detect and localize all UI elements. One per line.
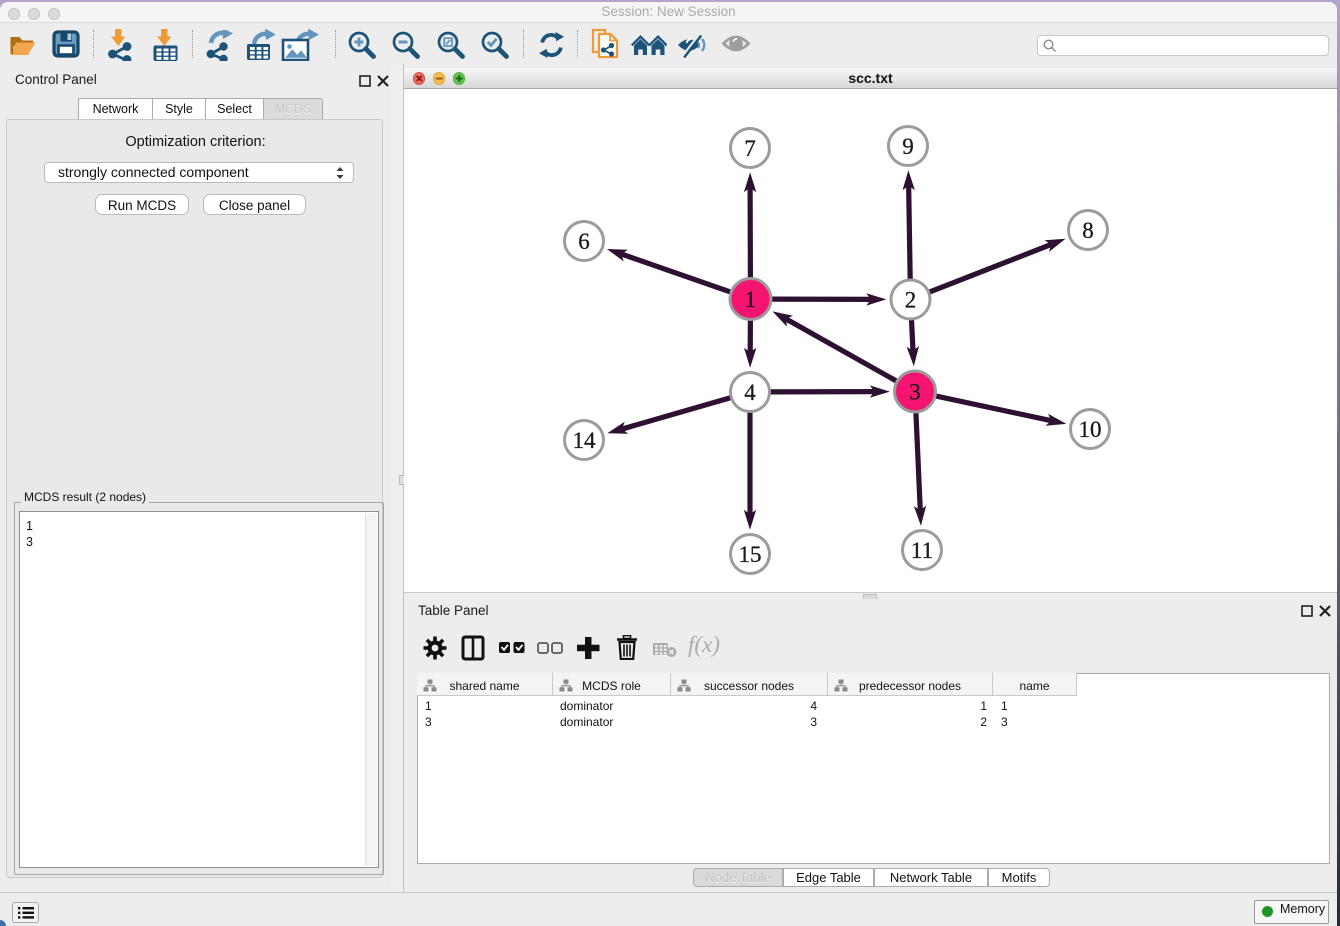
svg-text:15: 15: [739, 542, 762, 567]
svg-text:4: 4: [744, 380, 756, 405]
svg-text:9: 9: [902, 134, 914, 159]
svg-text:7: 7: [744, 136, 756, 161]
svg-text:6: 6: [578, 229, 590, 254]
svg-text:11: 11: [911, 538, 933, 563]
svg-text:3: 3: [909, 380, 921, 405]
svg-text:10: 10: [1079, 417, 1102, 442]
svg-text:2: 2: [905, 288, 917, 313]
svg-text:8: 8: [1082, 218, 1094, 243]
svg-text:1: 1: [745, 287, 757, 312]
svg-text:14: 14: [573, 428, 597, 453]
